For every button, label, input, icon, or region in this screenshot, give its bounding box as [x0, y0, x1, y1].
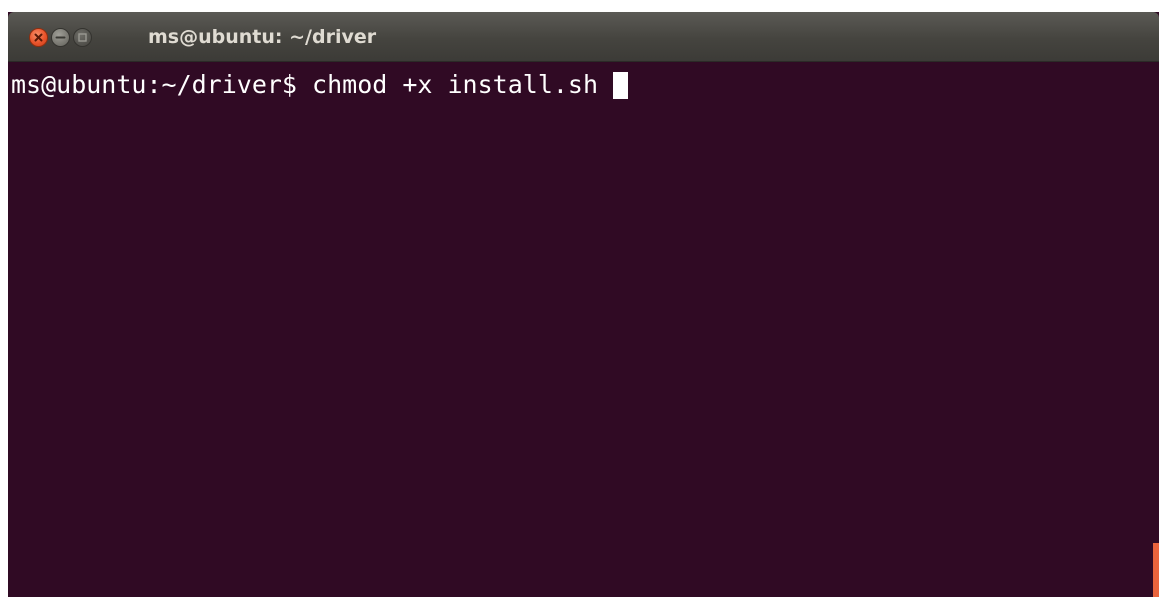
maximize-button[interactable]: [73, 28, 92, 47]
terminal-window: ms@ubuntu: ~/driver ms@ubuntu:~/driver$ …: [8, 12, 1159, 597]
scroll-indicator[interactable]: [1153, 543, 1159, 597]
command-text[interactable]: chmod +x install.sh: [312, 70, 598, 100]
close-button[interactable]: [29, 28, 48, 47]
text-cursor: [613, 71, 629, 99]
window-title: ms@ubuntu: ~/driver: [148, 26, 377, 48]
maximize-icon: [78, 33, 87, 42]
close-icon: [34, 33, 43, 42]
terminal-content[interactable]: ms@ubuntu:~/driver$ chmod +x install.sh: [8, 62, 1159, 597]
command-line[interactable]: ms@ubuntu:~/driver$ chmod +x install.sh: [11, 70, 629, 100]
title-bar[interactable]: ms@ubuntu: ~/driver: [8, 12, 1159, 62]
prompt: ms@ubuntu:~/driver$: [11, 70, 297, 99]
minimize-button[interactable]: [51, 28, 70, 47]
minimize-icon: [55, 36, 66, 39]
